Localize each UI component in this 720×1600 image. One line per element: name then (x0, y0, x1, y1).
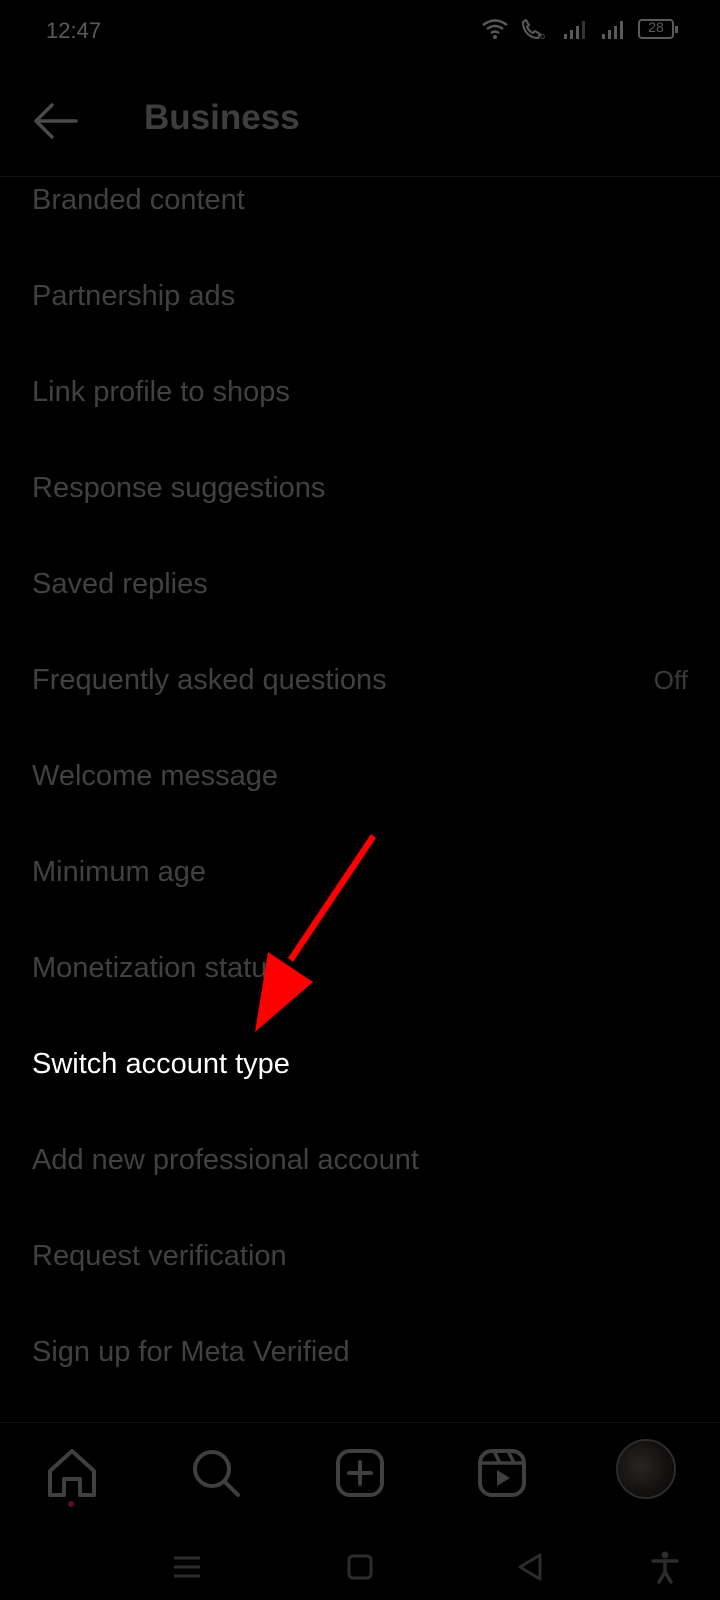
wifi-icon (482, 19, 508, 39)
setting-item-link-profile-to-shops[interactable]: Link profile to shops (0, 344, 720, 440)
home-button[interactable] (343, 1550, 377, 1584)
menu-icon (174, 1556, 200, 1578)
setting-label: Switch account type (32, 1047, 290, 1080)
status-icons: o 28 (482, 18, 678, 40)
nav-reels[interactable] (472, 1443, 532, 1503)
signal-icon-2 (602, 21, 623, 39)
setting-label: Monetization status (32, 951, 282, 984)
clock: 12:47 (46, 18, 102, 43)
setting-label: Partnership ads (32, 279, 236, 312)
setting-item-response-suggestions[interactable]: Response suggestions (0, 440, 720, 536)
bottom-nav (0, 1422, 720, 1533)
setting-item-saved-replies[interactable]: Saved replies (0, 536, 720, 632)
setting-item-faq[interactable]: Frequently asked questions Off (0, 632, 720, 728)
setting-item-switch-account-type[interactable]: Switch account type (0, 1016, 720, 1112)
setting-value: Off (653, 664, 688, 695)
page-title: Business (144, 98, 300, 137)
svg-text:o: o (540, 31, 545, 40)
nav-home[interactable] (42, 1443, 102, 1503)
profile-avatar[interactable] (616, 1439, 676, 1499)
accessibility-button[interactable] (648, 1550, 682, 1584)
setting-item-add-professional-account[interactable]: Add new professional account (0, 1112, 720, 1208)
setting-label: Request verification (32, 1239, 287, 1272)
setting-item-minimum-age[interactable]: Minimum age (0, 824, 720, 920)
setting-label: Branded content (32, 183, 245, 216)
setting-item-request-verification[interactable]: Request verification (0, 1208, 720, 1304)
system-nav-bar (0, 1532, 720, 1600)
setting-label: Add new professional account (32, 1143, 419, 1176)
setting-label: Saved replies (32, 567, 208, 600)
triangle-back-icon (518, 1553, 542, 1581)
setting-item-monetization-status[interactable]: Monetization status (0, 920, 720, 1016)
signal-icon-1 (564, 21, 585, 39)
setting-item-branded-content[interactable]: Branded content (0, 152, 720, 248)
setting-item-meta-verified[interactable]: Sign up for Meta Verified (0, 1304, 720, 1400)
back-button[interactable] (28, 94, 82, 148)
setting-label: Minimum age (32, 855, 207, 888)
create-icon (336, 1449, 384, 1497)
setting-item-partnership-ads[interactable]: Partnership ads (0, 248, 720, 344)
wifi-calling-icon: o (521, 18, 545, 40)
notification-dot (68, 1501, 74, 1507)
home-icon (48, 1449, 96, 1497)
setting-label: Link profile to shops (32, 375, 290, 408)
setting-label: Frequently asked questions (32, 663, 387, 696)
nav-search[interactable] (186, 1443, 246, 1503)
setting-label: Sign up for Meta Verified (32, 1335, 350, 1368)
square-icon (347, 1554, 373, 1580)
accessibility-icon (651, 1551, 679, 1584)
settings-list: Branded content Partnership ads Link pro… (0, 152, 720, 1400)
setting-label: Response suggestions (32, 471, 326, 504)
battery-icon: 28 (638, 19, 678, 39)
reels-icon (478, 1449, 526, 1497)
status-bar: 12:47 o 28 (0, 0, 720, 64)
setting-label: Welcome message (32, 759, 279, 792)
recents-button[interactable] (170, 1550, 204, 1584)
battery-level: 28 (648, 19, 664, 35)
back-system-button[interactable] (514, 1550, 548, 1584)
setting-item-welcome-message[interactable]: Welcome message (0, 728, 720, 824)
nav-create[interactable] (330, 1443, 390, 1503)
arrow-left-icon (34, 103, 78, 139)
search-icon (193, 1450, 240, 1497)
